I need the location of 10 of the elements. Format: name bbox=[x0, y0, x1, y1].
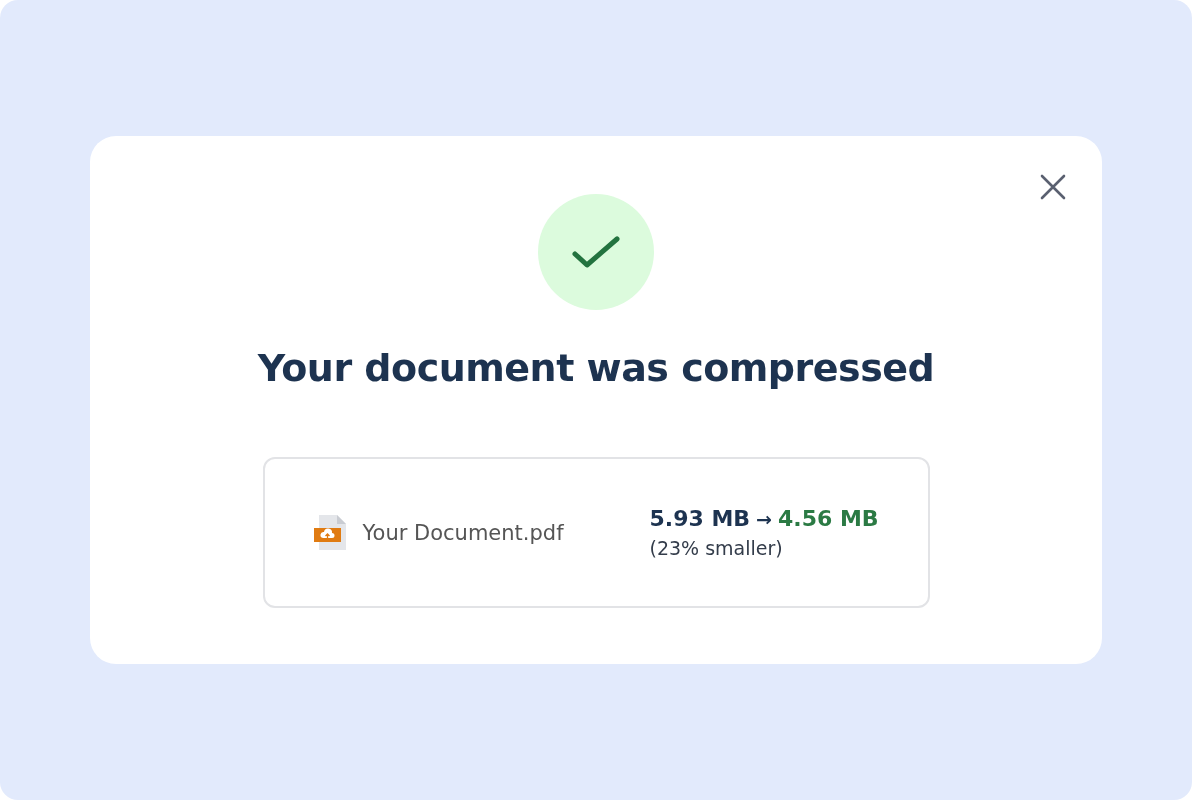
new-size: 4.56 MB bbox=[778, 506, 879, 531]
file-icon bbox=[312, 513, 347, 552]
close-button[interactable] bbox=[1040, 174, 1066, 200]
original-size: 5.93 MB bbox=[649, 506, 751, 531]
file-name: Your Document.pdf bbox=[362, 520, 564, 545]
dialog-title: Your document was compressed bbox=[257, 345, 935, 392]
arrow-text: → bbox=[756, 507, 773, 530]
reduction-text: (23% smaller) bbox=[649, 537, 784, 559]
check-icon bbox=[571, 234, 621, 270]
close-icon bbox=[1040, 174, 1066, 200]
